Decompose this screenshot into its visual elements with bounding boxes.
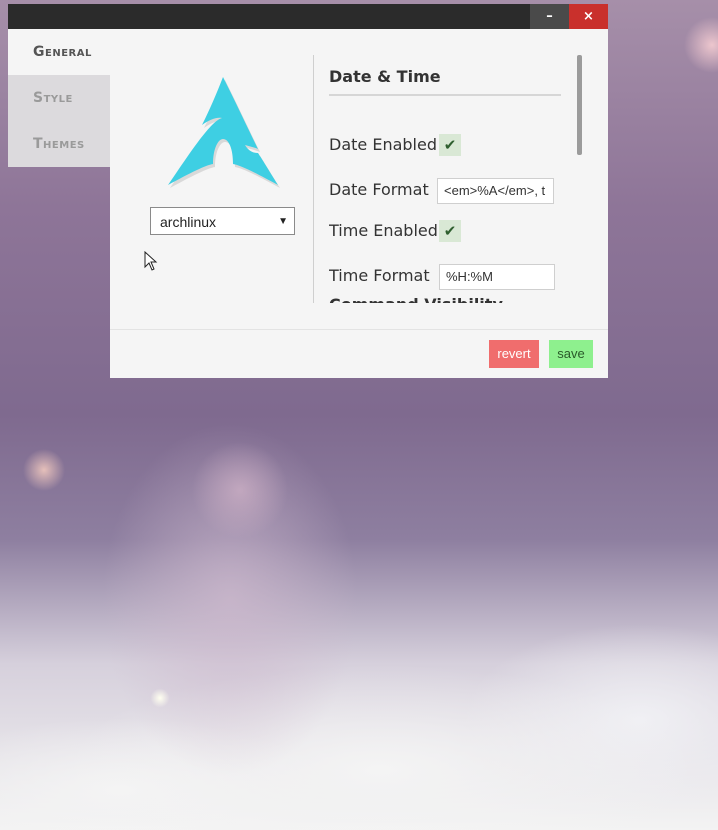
theme-select-value: archlinux <box>160 214 217 230</box>
sidebar-item-style[interactable]: Style <box>8 75 110 121</box>
date-enabled-label: Date Enabled <box>329 135 437 154</box>
vertical-divider <box>313 55 314 303</box>
close-button[interactable]: × <box>569 4 608 29</box>
sidebar-item-general[interactable]: General <box>8 29 110 75</box>
time-format-input[interactable]: %H:%M <box>439 264 555 290</box>
footer-divider <box>110 329 608 330</box>
scrollbar[interactable] <box>577 55 582 155</box>
settings-scroll-area[interactable]: Date & Time Date Enabled ✔ Date Format <… <box>329 55 579 303</box>
sidebar: General Style Themes <box>8 29 110 167</box>
checkmark-icon: ✔ <box>443 136 457 154</box>
section-divider <box>329 94 561 96</box>
theme-select[interactable]: archlinux ▼ <box>150 207 295 235</box>
time-enabled-checkbox[interactable]: ✔ <box>439 220 461 242</box>
section-title: Date & Time <box>329 67 441 86</box>
time-enabled-label: Time Enabled <box>329 221 438 240</box>
window-titlebar: – × <box>8 4 608 29</box>
minimize-icon: – <box>546 9 553 24</box>
settings-panel: archlinux ▼ Date & Time Date Enabled ✔ D… <box>110 29 608 378</box>
close-icon: × <box>583 9 594 24</box>
mouse-cursor-icon <box>144 250 158 275</box>
next-section-title: Command Visibility <box>329 295 503 303</box>
minimize-button[interactable]: – <box>530 4 569 29</box>
date-enabled-checkbox[interactable]: ✔ <box>439 134 461 156</box>
time-format-label: Time Format <box>329 266 430 285</box>
date-format-label: Date Format <box>329 180 429 199</box>
chevron-down-icon: ▼ <box>278 216 288 227</box>
checkmark-icon: ✔ <box>443 222 457 240</box>
sidebar-item-themes[interactable]: Themes <box>8 121 110 167</box>
arch-linux-logo-icon <box>166 73 280 195</box>
revert-button[interactable]: revert <box>489 340 539 368</box>
date-format-input[interactable]: <em>%A</em>, t <box>437 178 554 204</box>
save-button[interactable]: save <box>549 340 593 368</box>
